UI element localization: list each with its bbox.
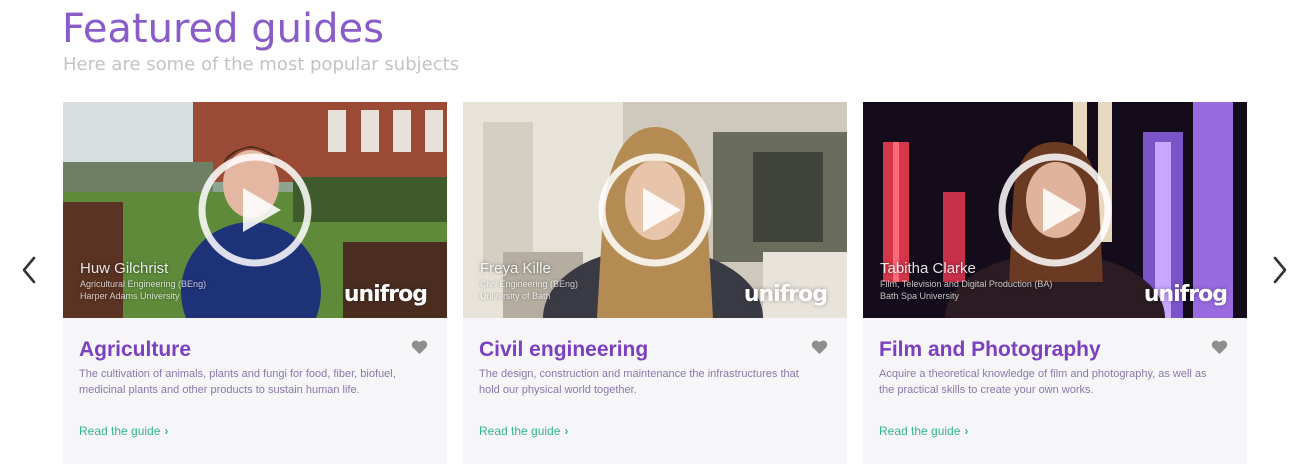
guide-card-civil-engineering: Freya Kille Civil Engineering (BEng) Uni…	[463, 102, 847, 464]
card-description: The cultivation of animals, plants and f…	[79, 368, 396, 396]
carousel-prev-button[interactable]	[17, 254, 41, 286]
read-guide-label: Read the guide	[479, 424, 561, 438]
section-subtitle: Here are some of the most popular subjec…	[63, 54, 460, 75]
read-guide-link[interactable]: Read the guide ›	[79, 424, 168, 438]
video-caption: Huw Gilchrist Agricultural Engineering (…	[80, 260, 206, 302]
heart-icon[interactable]	[811, 340, 828, 355]
heart-icon[interactable]	[411, 340, 428, 355]
card-title[interactable]: Civil engineering	[479, 338, 648, 362]
video-caption: Freya Kille Civil Engineering (BEng) Uni…	[480, 260, 578, 302]
card-title[interactable]: Film and Photography	[879, 338, 1101, 362]
chevron-right-icon	[1273, 256, 1287, 284]
unifrog-logo: unifrog	[343, 282, 428, 307]
read-guide-link[interactable]: Read the guide ›	[479, 424, 568, 438]
read-guide-label: Read the guide	[879, 424, 961, 438]
play-icon[interactable]	[597, 152, 713, 268]
play-icon[interactable]	[997, 152, 1113, 268]
speaker-name: Tabitha Clarke	[880, 260, 976, 277]
heart-icon[interactable]	[1211, 340, 1228, 355]
speaker-name: Freya Kille	[480, 260, 551, 277]
video-thumbnail[interactable]: Huw Gilchrist Agricultural Engineering (…	[63, 102, 447, 318]
guide-card-film-and-photography: Tabitha Clarke Film, Television and Digi…	[863, 102, 1247, 464]
video-thumbnail[interactable]: Freya Kille Civil Engineering (BEng) Uni…	[463, 102, 847, 318]
speaker-course: Civil Engineering (BEng)	[480, 279, 579, 289]
read-guide-link[interactable]: Read the guide ›	[879, 424, 968, 438]
card-title[interactable]: Agriculture	[79, 338, 191, 362]
play-icon[interactable]	[197, 152, 313, 268]
guide-card-agriculture: Huw Gilchrist Agricultural Engineering (…	[63, 102, 447, 464]
chevron-right-icon: ›	[164, 424, 169, 438]
unifrog-logo: unifrog	[743, 282, 828, 307]
chevron-right-icon: ›	[964, 424, 969, 438]
speaker-institution: Bath Spa University	[880, 291, 960, 301]
speaker-name: Huw Gilchrist	[80, 260, 169, 277]
speaker-institution: Harper Adams University	[80, 291, 180, 301]
speaker-course: Agricultural Engineering (BEng)	[80, 279, 207, 289]
read-guide-label: Read the guide	[79, 424, 161, 438]
unifrog-logo: unifrog	[1143, 282, 1228, 307]
card-description: The design, construction and maintenance…	[479, 368, 799, 396]
speaker-institution: University of Bath	[480, 291, 551, 301]
video-thumbnail[interactable]: Tabitha Clarke Film, Television and Digi…	[863, 102, 1247, 318]
card-description: Acquire a theoretical knowledge of film …	[879, 368, 1207, 396]
video-caption: Tabitha Clarke Film, Television and Digi…	[880, 260, 1052, 302]
speaker-course: Film, Television and Digital Production …	[880, 279, 1053, 289]
carousel-next-button[interactable]	[1268, 254, 1292, 286]
chevron-right-icon: ›	[564, 424, 569, 438]
section-title: Featured guides	[62, 6, 384, 52]
chevron-left-icon	[22, 256, 36, 284]
